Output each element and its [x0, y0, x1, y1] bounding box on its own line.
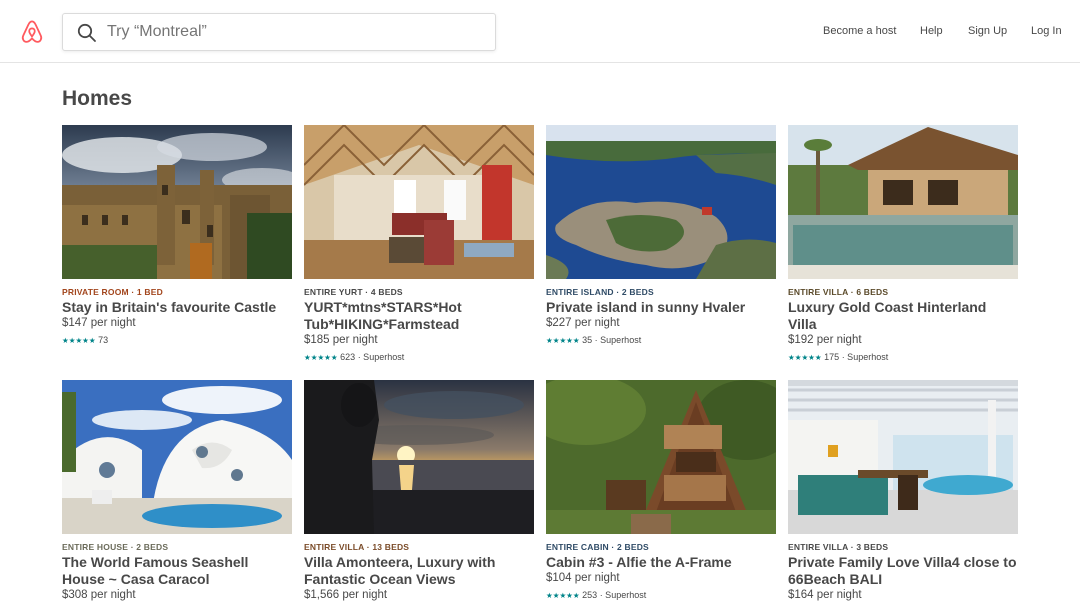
rating-stars-icon: ★★★★★ [546, 591, 580, 600]
listing-type: ENTIRE VILLA · 6 BEDS [788, 287, 889, 297]
listing-name[interactable]: Villa Amonteera, Luxury with Fantastic O… [304, 554, 534, 588]
nav-log-in-link[interactable]: Log In [1031, 25, 1062, 37]
rating-stars-icon: ★★★★★ [62, 336, 96, 345]
review-count: 175 [824, 352, 840, 362]
listing-rating: ★★★★★ 623 · Superhost [304, 352, 404, 362]
search-bar[interactable] [62, 13, 496, 51]
listing-photo-bali-villa[interactable] [788, 380, 1018, 534]
listing-photo-ocean-sunset[interactable] [304, 380, 534, 534]
listing-rating: ★★★★★ 35 · Superhost [546, 335, 641, 345]
listing-price: $185 per night [304, 334, 378, 346]
listing-type: ENTIRE ISLAND · 2 BEDS [546, 287, 654, 297]
listing-type: ENTIRE VILLA · 13 BEDS [304, 542, 410, 552]
listing-type: ENTIRE CABIN · 2 BEDS [546, 542, 649, 552]
rating-stars-icon: ★★★★★ [304, 353, 338, 362]
listing-type: ENTIRE HOUSE · 2 BEDS [62, 542, 169, 552]
listing-price: $147 per night [62, 317, 136, 329]
review-count: 253 [582, 590, 598, 600]
listing-name[interactable]: YURT*mtns*STARS*Hot Tub*HIKING*Farmstead [304, 299, 534, 333]
rating-stars-icon: ★★★★★ [546, 336, 580, 345]
listing-price: $227 per night [546, 317, 620, 329]
listing-photo-a-frame-cabin[interactable] [546, 380, 776, 534]
listing-name[interactable]: Stay in Britain's favourite Castle [62, 299, 292, 316]
listing-photo-island[interactable] [546, 125, 776, 279]
listing-price: $104 per night [546, 572, 620, 584]
top-header: Become a host Help Sign Up Log In [0, 0, 1080, 63]
listing-rating: ★★★★★ 253 · Superhost [546, 590, 646, 600]
listing-rating: ★★★★★ 73 [62, 335, 108, 345]
listing-type: ENTIRE VILLA · 3 BEDS [788, 542, 889, 552]
nav-help-link[interactable]: Help [920, 25, 943, 37]
listing-type: ENTIRE YURT · 4 BEDS [304, 287, 403, 297]
superhost-badge: · Superhost [357, 352, 405, 362]
search-icon [77, 23, 96, 42]
review-count: 623 [340, 352, 356, 362]
listing-name[interactable]: Private island in sunny Hvaler [546, 299, 776, 316]
nav-sign-up-link[interactable]: Sign Up [968, 25, 1007, 37]
listing-photo-castle[interactable] [62, 125, 292, 279]
listing-name[interactable]: Cabin #3 - Alfie the A-Frame [546, 554, 776, 571]
listing-photo-seashell-house[interactable] [62, 380, 292, 534]
listing-name[interactable]: Private Family Love Villa4 close to 66Be… [788, 554, 1018, 588]
listing-type: PRIVATE ROOM · 1 BED [62, 287, 163, 297]
superhost-badge: · Superhost [599, 590, 647, 600]
listing-rating: ★★★★★ 175 · Superhost [788, 352, 888, 362]
listing-price: $308 per night [62, 589, 136, 601]
listing-name[interactable]: Luxury Gold Coast Hinterland Villa [788, 299, 1018, 333]
airbnb-logo-icon[interactable] [19, 19, 45, 45]
listing-photo-yurt[interactable] [304, 125, 534, 279]
superhost-badge: · Superhost [841, 352, 889, 362]
listing-name[interactable]: The World Famous Seashell House ~ Casa C… [62, 554, 292, 588]
review-count: 35 [582, 335, 593, 345]
review-count: 73 [98, 335, 109, 345]
listing-photo-villa-pool[interactable] [788, 125, 1018, 279]
superhost-badge: · Superhost [594, 335, 642, 345]
search-input[interactable] [107, 20, 487, 44]
listing-price: $164 per night [788, 589, 862, 601]
rating-stars-icon: ★★★★★ [788, 353, 822, 362]
listing-price: $1,566 per night [304, 589, 388, 601]
nav-become-a-host-link[interactable]: Become a host [823, 25, 896, 37]
section-title-homes: Homes [62, 87, 133, 110]
listing-price: $192 per night [788, 334, 862, 346]
